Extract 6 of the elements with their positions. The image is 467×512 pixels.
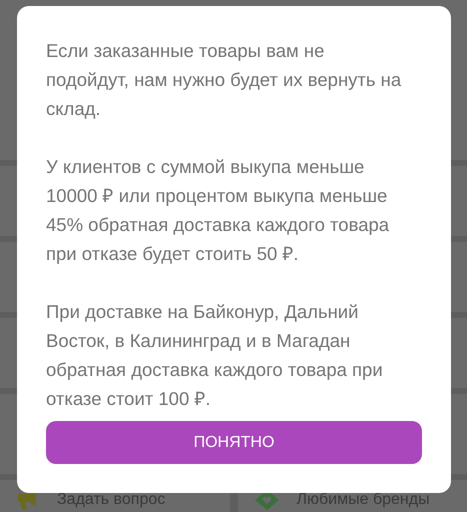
ok-button[interactable]: ПОНЯТНО (46, 421, 422, 464)
megaphone-icon (17, 490, 39, 510)
dialog-text: У клиентов с суммой выкупа меньше 10000 ₽ или процентом выкупа меньше 45% обратная доставка каждого товара при отказе будет стоить 50 ₽. (46, 155, 390, 266)
heart-icon (254, 490, 278, 510)
dialog-text: Если заказанные товары вам не подойдут, нам нужно будет их вернуть на склад. (46, 39, 402, 121)
dialog-text: При доставке на Байконур, Дальний Восток, в Калининград и в Магадан обратная доставка каждого товара при отказе стоит 100 ₽. (46, 300, 384, 411)
